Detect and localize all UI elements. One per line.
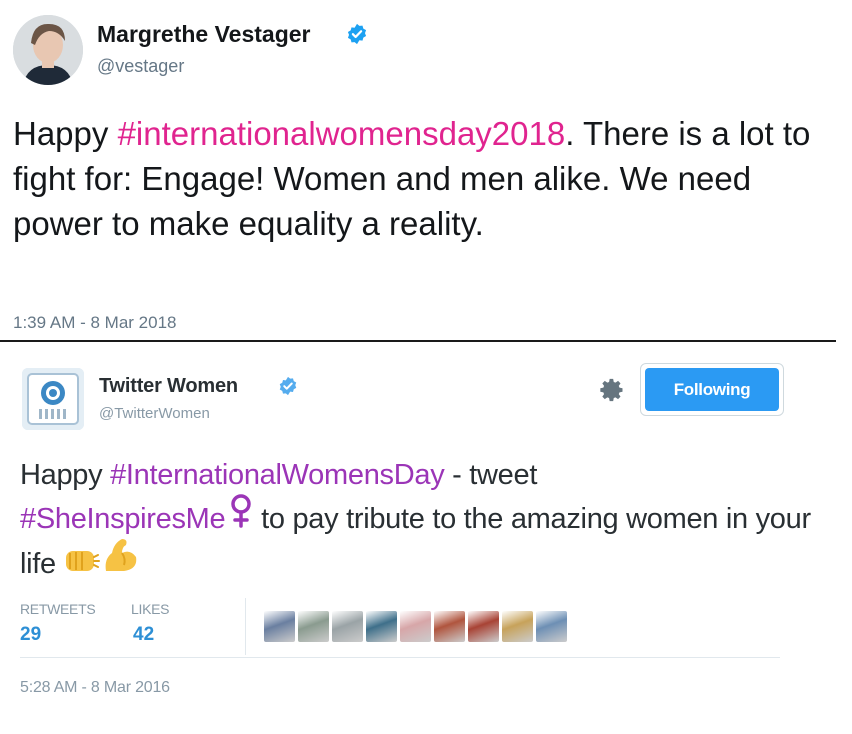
likes-label: LIKES <box>131 601 170 617</box>
divider <box>0 340 836 342</box>
likes-count[interactable]: 42 <box>133 624 154 646</box>
verified-badge-icon <box>346 23 368 45</box>
liker-avatar[interactable] <box>536 611 567 642</box>
tweet-text-part: Happy <box>13 115 118 152</box>
liker-avatar[interactable] <box>264 611 295 642</box>
timestamp[interactable]: 1:39 AM - 8 Mar 2018 <box>13 313 176 333</box>
avatar-twitter-women[interactable] <box>22 368 84 430</box>
tweet-text-part: Happy <box>20 459 111 491</box>
tweet-text-part: - tweet <box>444 459 538 491</box>
liker-avatar[interactable] <box>332 611 363 642</box>
display-name[interactable]: Twitter Women <box>99 375 238 398</box>
liker-avatar[interactable] <box>434 611 465 642</box>
liker-avatar[interactable] <box>298 611 329 642</box>
hashtag-link[interactable]: #InternationalWomensDay <box>110 459 445 491</box>
tweet-text: Happy #InternationalWomensDay - tweet #Sh… <box>20 453 820 588</box>
divider <box>20 657 780 658</box>
gear-icon[interactable] <box>598 376 626 404</box>
retweets-count[interactable]: 29 <box>20 624 41 646</box>
stats-separator <box>245 598 246 655</box>
timestamp[interactable]: 5:28 AM - 8 Mar 2016 <box>20 679 170 697</box>
avatar-vestager[interactable] <box>13 15 83 85</box>
liker-avatar[interactable] <box>400 611 431 642</box>
retweets-label: RETWEETS <box>20 601 96 617</box>
liker-avatar[interactable] <box>468 611 499 642</box>
liker-avatars <box>264 611 567 643</box>
verified-badge-icon <box>278 376 298 396</box>
female-sign-icon <box>225 494 253 542</box>
handle[interactable]: @TwitterWomen <box>99 405 210 422</box>
handle[interactable]: @vestager <box>97 56 184 77</box>
liker-avatar[interactable] <box>502 611 533 642</box>
following-button-label: Following <box>645 368 779 411</box>
fist-emoji-icon <box>64 544 100 588</box>
hashtag-link[interactable]: #internationalwomensday2018 <box>118 115 566 152</box>
flexed-biceps-emoji-icon <box>100 539 140 588</box>
display-name[interactable]: Margrethe Vestager <box>97 21 310 48</box>
tweet-text: Happy #internationalwomensday2018. There… <box>13 111 833 246</box>
following-button[interactable]: Following <box>640 363 784 416</box>
liker-avatar[interactable] <box>366 611 397 642</box>
hashtag-link[interactable]: #SheInspiresMe <box>20 503 226 535</box>
